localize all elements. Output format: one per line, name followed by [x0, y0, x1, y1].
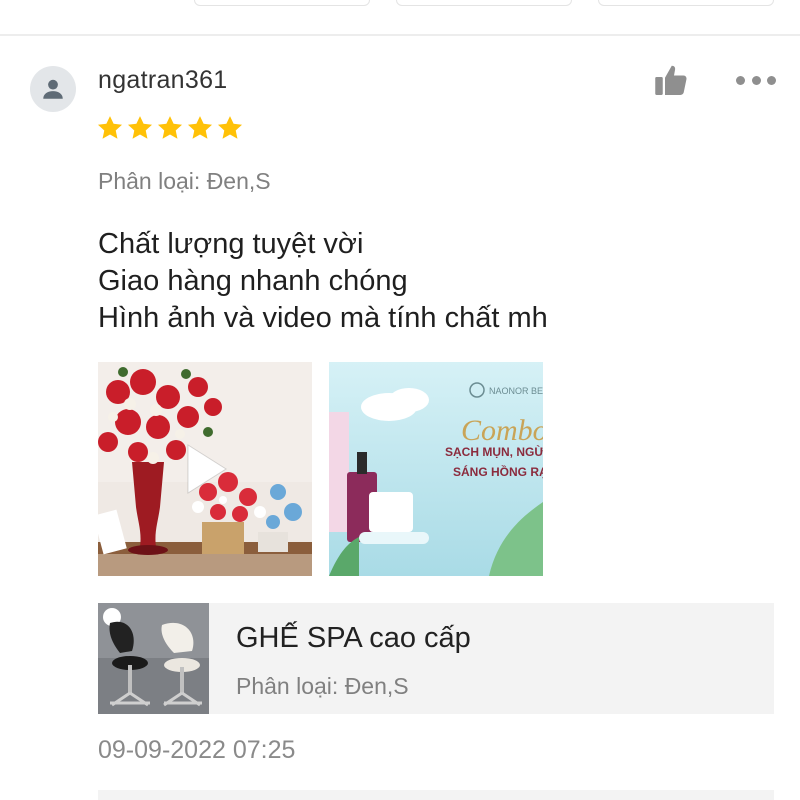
product-name[interactable]: GHẾ SPA cao cấp	[236, 622, 471, 655]
promo-title: Combo	[461, 414, 543, 447]
star-icon	[127, 116, 153, 139]
dot	[751, 75, 761, 85]
star-icon	[187, 116, 213, 139]
review-text: Chất lượng tuyệt vời Giao hàng nhanh chó…	[98, 226, 548, 337]
review-line: Hình ảnh và video mà tính chất mh	[98, 302, 548, 334]
star-rating	[96, 114, 244, 142]
filter-chip[interactable]	[194, 0, 370, 6]
review-variant: Phân loại: Đen,S	[98, 168, 271, 194]
thumbs-up-icon[interactable]	[652, 62, 690, 98]
review-line: Chất lượng tuyệt vời	[98, 228, 364, 260]
review-image-thumbnail[interactable]: NAONOR BEAUTY Combo SẠCH MỤN, NGỪA SÁNG …	[329, 362, 543, 576]
filter-chips-row	[0, 0, 800, 34]
promo-photo: NAONOR BEAUTY Combo SẠCH MỤN, NGỪA SÁNG …	[329, 362, 543, 576]
review-timestamp: 09-09-2022 07:25	[98, 736, 296, 764]
next-section-bar	[98, 790, 774, 800]
filter-chip[interactable]	[396, 0, 572, 6]
spa-chair-photo	[98, 603, 209, 714]
star-icon	[217, 116, 243, 139]
dot	[767, 75, 776, 85]
promo-line: SÁNG HỒNG RẠNG	[453, 464, 543, 479]
avatar[interactable]	[30, 66, 76, 112]
more-horizontal-icon[interactable]	[736, 70, 776, 90]
product-card[interactable]: GHẾ SPA cao cấp Phân loại: Đen,S	[98, 603, 774, 714]
star-icon	[97, 116, 123, 139]
product-thumbnail	[98, 603, 209, 714]
svg-text:NAONOR BEAUTY: NAONOR BEAUTY	[489, 386, 543, 396]
filter-chip[interactable]	[598, 0, 774, 6]
product-variant: Phân loại: Đen,S	[236, 673, 409, 699]
user-icon	[43, 79, 63, 99]
star-icon	[157, 116, 183, 139]
reviewer-username[interactable]: ngatran361	[98, 66, 228, 95]
play-icon[interactable]	[184, 442, 230, 496]
promo-line: SẠCH MỤN, NGỪA	[445, 444, 543, 459]
divider	[0, 34, 800, 36]
dot	[736, 75, 745, 85]
review-line: Giao hàng nhanh chóng	[98, 265, 408, 297]
